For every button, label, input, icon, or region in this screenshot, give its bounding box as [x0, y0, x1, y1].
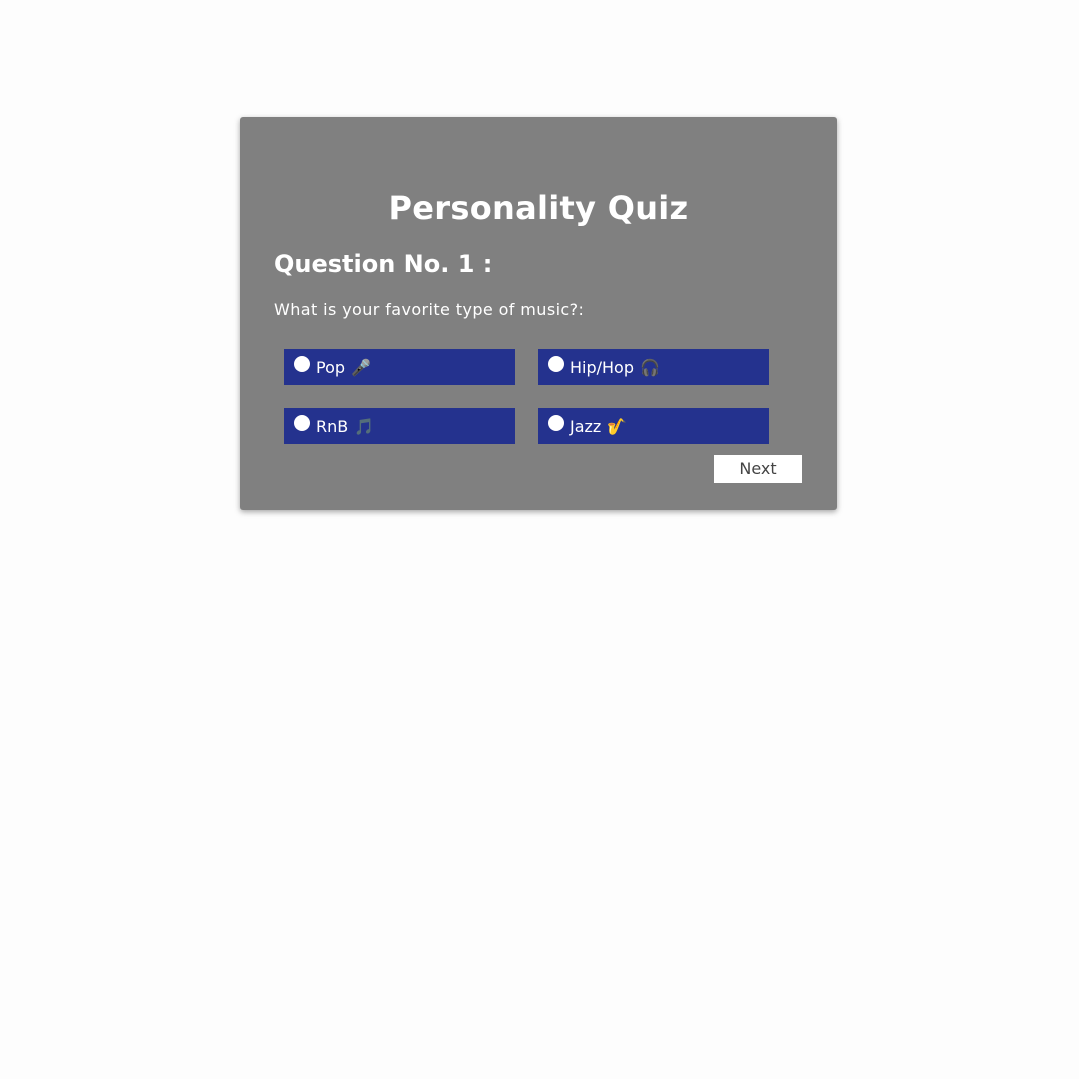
radio-button-pop[interactable] [294, 356, 310, 372]
option-label: Jazz [570, 416, 602, 436]
question-number: Question No. 1 : [274, 250, 493, 278]
saxophone-icon: 🎷 [607, 416, 628, 436]
option-jazz[interactable]: Jazz 🎷 [538, 408, 769, 444]
radio-button-rnb[interactable] [294, 415, 310, 431]
option-pop[interactable]: Pop 🎤 [284, 349, 515, 385]
radio-button-jazz[interactable] [548, 415, 564, 431]
option-label: RnB [316, 416, 349, 436]
question-text: What is your favorite type of music?: [274, 300, 585, 319]
option-hip-hop[interactable]: Hip/Hop 🎧 [538, 349, 769, 385]
option-label: Hip/Hop [570, 357, 634, 377]
quiz-title: Personality Quiz [388, 189, 689, 227]
microphone-icon: 🎤 [351, 357, 371, 377]
option-label: Pop [316, 357, 346, 377]
radio-button-hip-hop[interactable] [548, 356, 564, 372]
headphones-icon: 🎧 [640, 357, 660, 377]
music-note-icon: 🎵 [354, 416, 375, 436]
quiz-card: Personality Quiz Question No. 1 : What i… [240, 117, 837, 510]
next-button[interactable]: Next [714, 455, 802, 483]
option-rnb[interactable]: RnB 🎵 [284, 408, 515, 444]
